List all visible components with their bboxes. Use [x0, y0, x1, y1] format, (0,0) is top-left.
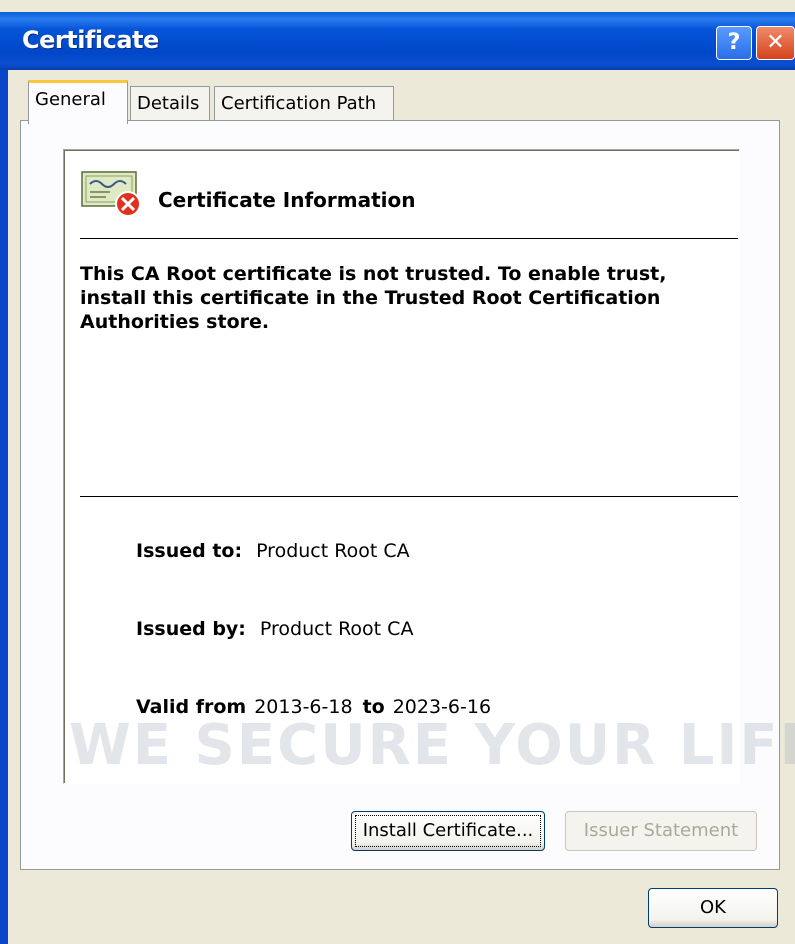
divider-top: [80, 238, 738, 239]
issued-by-value: Product Root CA: [259, 618, 414, 640]
help-button[interactable]: ?: [716, 26, 752, 60]
watermark-text: WE SECURE YOUR LIFE: [69, 713, 795, 778]
issued-to-row: Issued to: Product Root CA: [136, 540, 410, 562]
divider-middle: [80, 496, 738, 497]
issuer-statement-button[interactable]: Issuer Statement: [565, 811, 757, 851]
tab-details[interactable]: Details: [130, 86, 210, 122]
certificate-error-icon: [81, 171, 141, 217]
certificate-info-title: Certificate Information: [158, 188, 416, 212]
certificate-info-box: Certificate Information This CA Root cer…: [63, 149, 740, 784]
window-border: [0, 70, 8, 944]
issued-to-label: Issued to:: [136, 540, 243, 562]
tab-certification-path[interactable]: Certification Path: [214, 86, 394, 122]
window-title: Certificate: [22, 26, 159, 54]
close-button[interactable]: ✕: [756, 26, 795, 60]
certificate-dialog: Certificate ? ✕ General Details Certific…: [0, 0, 795, 944]
tab-general[interactable]: General: [28, 80, 128, 124]
ok-button[interactable]: OK: [648, 888, 778, 928]
issued-by-row: Issued by: Product Root CA: [136, 618, 413, 640]
install-certificate-button[interactable]: Install Certificate...: [351, 811, 545, 851]
title-bar[interactable]: Certificate ? ✕: [0, 12, 795, 70]
issued-by-label: Issued by:: [136, 618, 246, 640]
issued-to-value: Product Root CA: [256, 540, 410, 562]
trust-warning-message: This CA Root certificate is not trusted.…: [80, 263, 667, 333]
general-tab-panel: Certificate Information This CA Root cer…: [20, 120, 795, 870]
